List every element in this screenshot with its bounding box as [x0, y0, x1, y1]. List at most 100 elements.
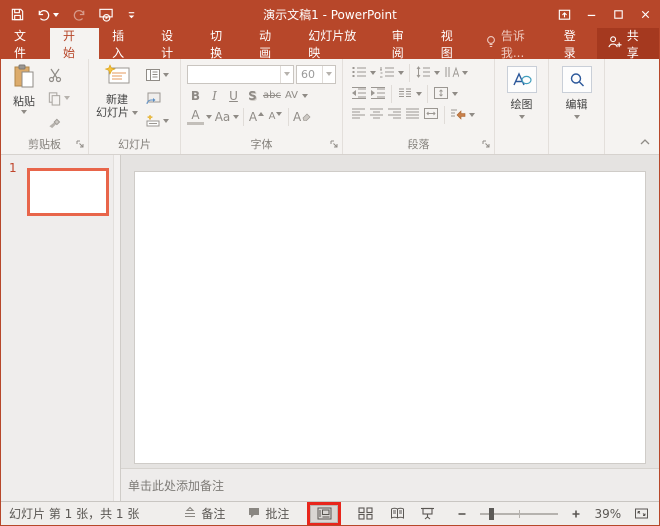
text-direction-dropdown-icon[interactable] — [462, 71, 468, 75]
align-center-icon[interactable] — [369, 107, 384, 123]
font-name-combo[interactable] — [187, 65, 294, 84]
slide-sorter-view-button[interactable] — [354, 503, 376, 525]
bold-button[interactable]: B — [187, 86, 204, 105]
notes-pane[interactable]: 单击此处添加备注 — [121, 468, 659, 501]
numbering-dropdown-icon[interactable] — [398, 71, 404, 75]
grow-font-button[interactable]: A — [248, 107, 265, 126]
paste-dropdown-icon[interactable] — [21, 110, 27, 114]
tab-insert[interactable]: 插入 — [99, 28, 148, 59]
font-size-combo[interactable]: 60 — [296, 65, 336, 84]
reading-view-button[interactable] — [386, 503, 408, 525]
convert-smartart-dropdown-icon[interactable] — [469, 113, 475, 117]
new-slide-button[interactable]: 新建 幻灯片 — [91, 62, 143, 137]
clear-formatting-button[interactable]: A — [293, 107, 311, 126]
section-button[interactable] — [143, 111, 171, 131]
font-name-dropdown-icon[interactable] — [280, 66, 293, 83]
align-right-icon[interactable] — [387, 107, 402, 123]
slides-group: 新建 幻灯片 幻灯片 — [89, 59, 181, 154]
slide-thumbnail[interactable] — [27, 168, 109, 216]
tab-file[interactable]: 文件 — [1, 28, 50, 59]
maximize-button[interactable] — [605, 1, 632, 28]
slide-number: 1 — [9, 161, 17, 175]
thumbnail-scrollbar[interactable] — [113, 155, 120, 501]
cut-button[interactable] — [45, 65, 72, 85]
slide-canvas[interactable] — [134, 171, 646, 464]
change-case-button[interactable]: Aa — [214, 107, 231, 126]
zoom-level[interactable]: 39% — [594, 507, 621, 521]
shrink-font-button[interactable]: A — [267, 107, 284, 126]
ribbon-display-options-icon[interactable] — [551, 1, 578, 28]
text-direction-icon[interactable] — [443, 65, 459, 82]
copy-button[interactable] — [45, 88, 72, 108]
numbering-icon[interactable] — [379, 65, 395, 82]
undo-icon[interactable] — [36, 8, 59, 22]
section-dropdown-icon[interactable] — [163, 119, 169, 123]
clipboard-dialog-launcher-icon[interactable] — [75, 139, 85, 152]
zoom-in-button[interactable] — [565, 503, 587, 525]
reset-slide-button[interactable] — [143, 88, 171, 108]
font-size-dropdown-icon[interactable] — [322, 66, 335, 83]
tab-animations[interactable]: 动画 — [246, 28, 295, 59]
bullets-dropdown-icon[interactable] — [370, 71, 376, 75]
character-spacing-dropdown-icon[interactable] — [302, 94, 308, 98]
share-button[interactable]: 共享 — [597, 28, 659, 59]
zoom-slider[interactable] — [480, 507, 558, 521]
columns-icon[interactable] — [397, 86, 413, 103]
minimize-button[interactable] — [578, 1, 605, 28]
tab-slideshow[interactable]: 幻灯片放映 — [295, 28, 379, 59]
paragraph-dialog-launcher-icon[interactable] — [481, 139, 491, 152]
drawing-button[interactable]: 绘图 — [507, 62, 537, 137]
start-slideshow-icon[interactable] — [98, 7, 115, 23]
zoom-slider-thumb[interactable] — [489, 508, 494, 520]
justify-icon[interactable] — [405, 107, 420, 123]
tab-home[interactable]: 开始 — [50, 28, 99, 59]
align-text-icon[interactable] — [433, 86, 449, 103]
italic-button[interactable]: I — [206, 86, 223, 105]
align-left-icon[interactable] — [351, 107, 366, 123]
change-case-dropdown-icon[interactable] — [233, 115, 239, 119]
normal-view-button[interactable] — [310, 505, 338, 523]
fit-slide-to-window-button[interactable] — [630, 503, 652, 525]
bullets-icon[interactable] — [351, 65, 367, 82]
editing-button[interactable]: 编辑 — [562, 62, 592, 137]
layout-button[interactable] — [143, 65, 171, 85]
tab-review[interactable]: 审阅 — [379, 28, 428, 59]
align-text-dropdown-icon[interactable] — [452, 92, 458, 96]
font-color-button[interactable]: A — [187, 109, 204, 125]
tab-transitions[interactable]: 切换 — [197, 28, 246, 59]
decrease-indent-icon[interactable] — [351, 86, 367, 103]
copy-dropdown-icon[interactable] — [64, 96, 70, 100]
close-button[interactable] — [632, 1, 659, 28]
tab-design[interactable]: 设计 — [148, 28, 197, 59]
character-spacing-button[interactable]: AV — [283, 86, 300, 105]
new-slide-dropdown-icon[interactable] — [132, 111, 138, 115]
distribute-icon[interactable] — [423, 107, 439, 123]
tab-view[interactable]: 视图 — [428, 28, 477, 59]
paragraph-group: 段落 — [343, 59, 495, 154]
font-color-dropdown-icon[interactable] — [206, 115, 212, 119]
sign-in-button[interactable]: 登录 — [554, 28, 597, 59]
paste-button[interactable]: 粘贴 — [3, 62, 45, 137]
editing-dropdown-icon[interactable] — [574, 115, 580, 119]
layout-dropdown-icon[interactable] — [163, 73, 169, 77]
columns-dropdown-icon[interactable] — [416, 92, 422, 96]
line-spacing-icon[interactable] — [415, 65, 431, 82]
underline-button[interactable]: U — [225, 86, 242, 105]
slideshow-view-button[interactable] — [417, 503, 439, 525]
font-dialog-launcher-icon[interactable] — [329, 139, 339, 152]
increase-indent-icon[interactable] — [370, 86, 386, 103]
save-icon[interactable] — [10, 7, 25, 22]
strikethrough-button[interactable]: abc — [263, 86, 281, 105]
text-shadow-button[interactable]: S — [244, 86, 261, 105]
comments-toggle[interactable]: 批注 — [247, 505, 289, 522]
undo-dropdown-icon[interactable] — [53, 13, 59, 17]
customize-qat-icon[interactable] — [126, 9, 137, 21]
tell-me-box[interactable]: 告诉我... — [477, 28, 554, 59]
notes-toggle[interactable]: 备注 — [183, 505, 225, 522]
drawing-dropdown-icon[interactable] — [519, 115, 525, 119]
collapse-ribbon-icon[interactable] — [639, 136, 651, 149]
convert-smartart-icon[interactable] — [450, 107, 466, 123]
zoom-out-button[interactable] — [451, 503, 473, 525]
line-spacing-dropdown-icon[interactable] — [434, 71, 440, 75]
format-painter-button[interactable] — [45, 111, 72, 131]
